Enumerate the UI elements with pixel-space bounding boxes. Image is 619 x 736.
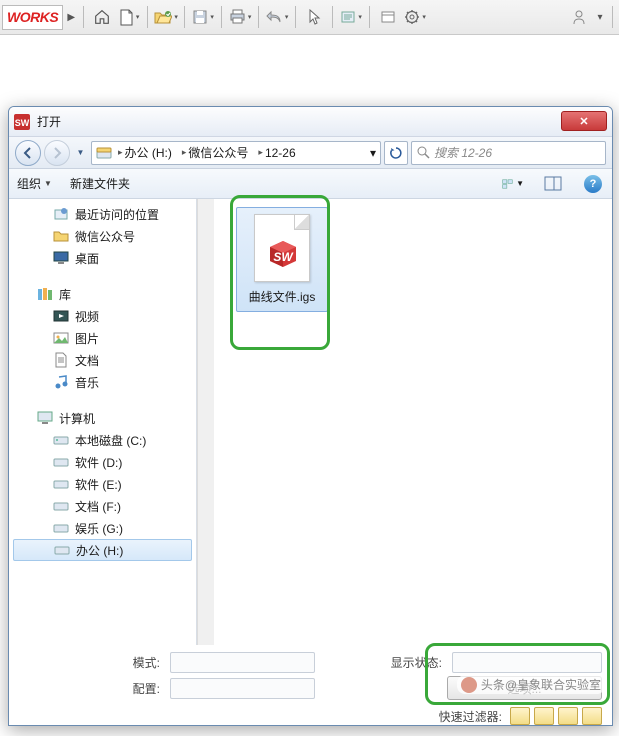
tree-wechat[interactable]: 微信公众号: [9, 225, 196, 247]
toolbar-expand-icon[interactable]: ▶: [64, 12, 78, 23]
svg-text:SW: SW: [15, 118, 30, 128]
user-dropdown-icon[interactable]: ▾: [593, 12, 607, 23]
user-icon[interactable]: [566, 4, 592, 30]
watermark-avatar: [461, 677, 477, 693]
tree-libraries[interactable]: 库: [9, 283, 196, 305]
search-input[interactable]: 搜索 12-26: [411, 141, 606, 165]
tree-disk-h[interactable]: 办公 (H:): [13, 539, 192, 561]
filter-part-icon[interactable]: [534, 707, 554, 725]
rebuild-icon[interactable]: [338, 4, 364, 30]
app-icon: SW: [13, 113, 31, 131]
help-button[interactable]: ?: [582, 173, 604, 195]
organize-menu[interactable]: 组织▼: [17, 175, 52, 192]
file-list[interactable]: SW 曲线文件.igs: [197, 199, 612, 645]
filter-drawing-icon[interactable]: [558, 707, 578, 725]
tree-disk-d[interactable]: 软件 (D:): [9, 451, 196, 473]
tree-videos[interactable]: 视频: [9, 305, 196, 327]
mode-label: 模式:: [19, 654, 164, 671]
app-toolbar: WORKS ▶ ▾: [0, 0, 619, 35]
file-label: 曲线文件.igs: [241, 288, 323, 305]
app-logo: WORKS: [2, 5, 63, 30]
nav-history-dropdown[interactable]: ▼: [73, 140, 88, 166]
tree-scrollbar[interactable]: [197, 199, 214, 645]
tree-disk-g[interactable]: 娱乐 (G:): [9, 517, 196, 539]
nav-back-button[interactable]: [15, 140, 41, 166]
navigation-tree[interactable]: 最近访问的位置 微信公众号 桌面 库 视频 图片: [9, 199, 197, 645]
tree-recent[interactable]: 最近访问的位置: [9, 203, 196, 225]
filter-assembly-icon[interactable]: [510, 707, 530, 725]
nav-forward-button[interactable]: [44, 140, 70, 166]
tree-documents[interactable]: 文档: [9, 349, 196, 371]
command-bar: 组织▼ 新建文件夹 ▼ ?: [9, 169, 612, 199]
filter-top-icon[interactable]: [582, 707, 602, 725]
file-thumbnail: SW: [254, 214, 310, 282]
open-folder-icon[interactable]: [153, 4, 179, 30]
watermark: 头条@皇象联合实验室: [457, 675, 605, 694]
open-dialog: SW 打开 ✕ ▼ ▸办公 (H:) ▸微信公众号 ▸12-26 ▾ 搜索 12…: [8, 106, 613, 726]
tree-disk-c[interactable]: 本地磁盘 (C:): [9, 429, 196, 451]
home-icon[interactable]: [89, 4, 115, 30]
print-icon[interactable]: [227, 4, 253, 30]
mode-dropdown[interactable]: [170, 652, 315, 673]
dialog-title: 打开: [37, 113, 608, 130]
filter-label: 快速过滤器:: [439, 708, 502, 725]
settings-gear-icon[interactable]: [402, 4, 428, 30]
select-icon[interactable]: [301, 4, 327, 30]
close-button[interactable]: ✕: [561, 111, 607, 131]
new-doc-icon[interactable]: [116, 4, 142, 30]
refresh-button[interactable]: [384, 141, 408, 165]
tree-computer[interactable]: 计算机: [9, 407, 196, 429]
options-icon[interactable]: [375, 4, 401, 30]
search-placeholder: 搜索 12-26: [434, 144, 492, 161]
state-label: 显示状态:: [386, 654, 446, 671]
new-folder-button[interactable]: 新建文件夹: [70, 175, 130, 192]
options-panel: 模式: 显示状态: 配置: 选项...: [9, 645, 612, 703]
svg-text:SW: SW: [273, 250, 294, 264]
address-dropdown-icon[interactable]: ▾: [370, 146, 376, 160]
tree-music[interactable]: 音乐: [9, 371, 196, 393]
dialog-titlebar: SW 打开 ✕: [9, 107, 612, 137]
navigation-row: ▼ ▸办公 (H:) ▸微信公众号 ▸12-26 ▾ 搜索 12-26: [9, 137, 612, 169]
tree-desktop[interactable]: 桌面: [9, 247, 196, 269]
address-bar[interactable]: ▸办公 (H:) ▸微信公众号 ▸12-26 ▾: [91, 141, 381, 165]
save-icon[interactable]: [190, 4, 216, 30]
view-mode-button[interactable]: ▼: [502, 173, 524, 195]
tree-disk-f[interactable]: 文档 (F:): [9, 495, 196, 517]
config-label: 配置:: [19, 680, 164, 697]
file-item[interactable]: SW 曲线文件.igs: [232, 201, 332, 318]
tree-disk-e[interactable]: 软件 (E:): [9, 473, 196, 495]
tree-pictures[interactable]: 图片: [9, 327, 196, 349]
config-dropdown[interactable]: [170, 678, 315, 699]
undo-icon[interactable]: [264, 4, 290, 30]
preview-pane-button[interactable]: [542, 173, 564, 195]
drive-icon: [96, 145, 112, 161]
state-dropdown[interactable]: [452, 652, 602, 673]
